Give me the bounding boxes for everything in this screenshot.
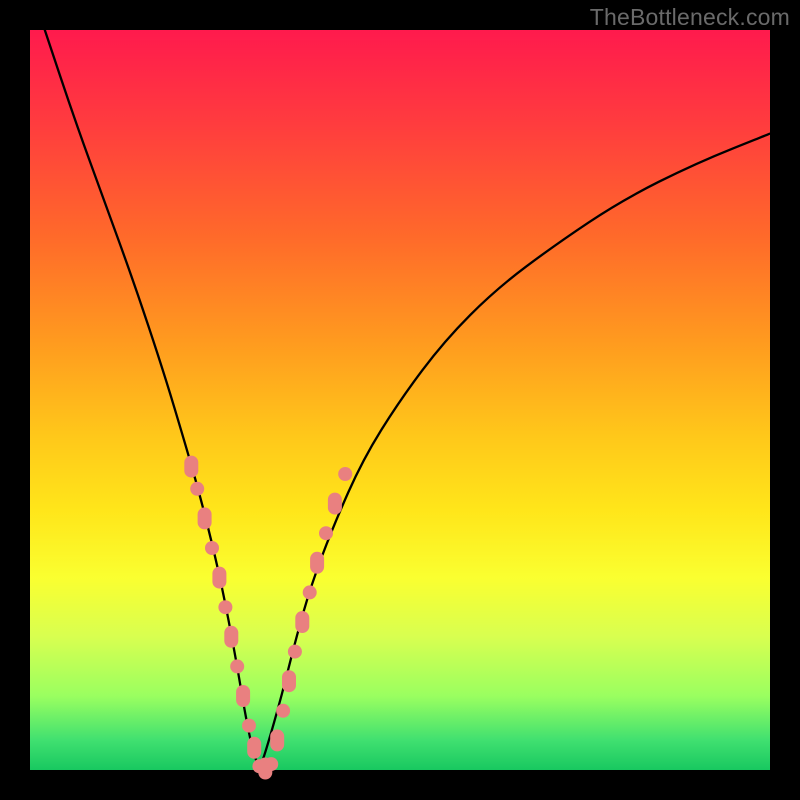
bead-pill xyxy=(295,611,309,633)
bead-pill xyxy=(212,567,226,589)
bead-dot xyxy=(276,704,290,718)
bead-dot xyxy=(205,541,219,555)
bead-pill xyxy=(198,507,212,529)
bead-pill xyxy=(270,729,284,751)
bead-pill xyxy=(247,737,261,759)
bead-pill xyxy=(224,626,238,648)
bead-dot xyxy=(218,600,232,614)
bead-pill xyxy=(310,552,324,574)
bead-pill xyxy=(328,493,342,515)
bead-pill xyxy=(282,670,296,692)
bead-pill xyxy=(236,685,250,707)
bead-dot xyxy=(190,482,204,496)
bead-dot xyxy=(319,526,333,540)
bead-dot xyxy=(338,467,352,481)
curve-svg xyxy=(30,30,770,770)
bead-dot xyxy=(303,585,317,599)
bottleneck-curve xyxy=(45,30,770,764)
chart-frame: TheBottleneck.com xyxy=(0,0,800,800)
bead-pill xyxy=(184,456,198,478)
bead-dot xyxy=(264,757,278,771)
bead-dot xyxy=(230,659,244,673)
plot-area xyxy=(30,30,770,770)
watermark-text: TheBottleneck.com xyxy=(590,4,790,31)
bead-dot xyxy=(242,719,256,733)
marker-beads xyxy=(184,456,352,780)
bead-dot xyxy=(288,645,302,659)
